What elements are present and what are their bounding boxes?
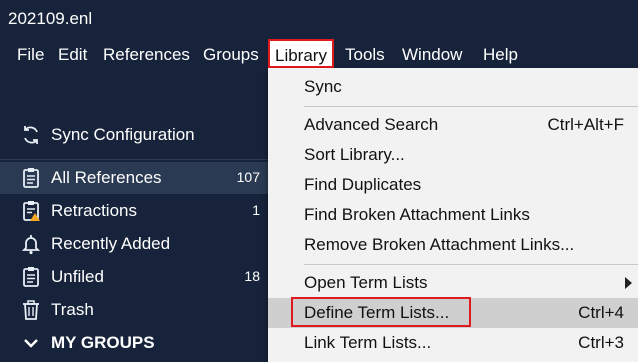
reference-count: 1 xyxy=(252,202,260,218)
retraction-icon xyxy=(20,200,42,222)
menu-edit[interactable]: Edit xyxy=(58,45,87,65)
menu-item-sync[interactable]: Sync xyxy=(268,72,638,102)
sidebar-item-label: Retractions xyxy=(51,201,137,220)
highlight-annotation-box xyxy=(291,297,471,327)
clipboard-icon xyxy=(20,167,42,189)
submenu-arrow-icon xyxy=(625,277,632,289)
sidebar-item-retractions[interactable]: Retractions 1 xyxy=(0,195,268,227)
menu-item-label: Remove Broken Attachment Links... xyxy=(304,235,575,254)
menu-item-find-broken-attachment-links[interactable]: Find Broken Attachment Links xyxy=(268,200,638,230)
menu-item-label: Find Broken Attachment Links xyxy=(304,205,530,224)
menu-separator xyxy=(304,264,638,265)
menu-file[interactable]: File xyxy=(17,45,44,65)
menu-item-label: Advanced Search xyxy=(304,115,439,134)
menu-item-shortcut: Ctrl+4 xyxy=(578,303,624,322)
menu-item-advanced-search[interactable]: Advanced Search Ctrl+Alt+F xyxy=(268,110,638,140)
bell-icon xyxy=(20,233,42,255)
menu-references[interactable]: References xyxy=(103,45,190,65)
sidebar-item-label: All References xyxy=(51,168,162,187)
trash-icon xyxy=(20,299,42,321)
menu-item-link-term-lists[interactable]: Link Term Lists... Ctrl+3 xyxy=(268,328,638,358)
menu-library[interactable]: Library xyxy=(268,39,334,68)
menu-separator xyxy=(304,106,638,107)
my-groups-label: MY GROUPS xyxy=(51,333,155,352)
reference-count: 18 xyxy=(244,268,260,284)
menu-item-label: Open Term Lists xyxy=(304,273,428,292)
menu-item-label: Sort Library... xyxy=(304,145,405,164)
sync-icon xyxy=(20,124,42,146)
menu-item-remove-broken-attachment-links[interactable]: Remove Broken Attachment Links... xyxy=(268,230,638,260)
sidebar: Sync Configuration All References 107 Re… xyxy=(0,74,268,362)
chevron-down-icon[interactable] xyxy=(20,332,42,354)
menu-item-label: Sync xyxy=(304,77,342,96)
sidebar-item-unfiled[interactable]: Unfiled 18 xyxy=(0,261,268,293)
menu-help[interactable]: Help xyxy=(483,45,518,65)
title-bar: 202109.enl xyxy=(0,0,638,38)
menu-item-shortcut: Ctrl+Alt+F xyxy=(547,115,624,134)
sync-configuration[interactable]: Sync Configuration xyxy=(0,119,268,151)
menu-groups[interactable]: Groups xyxy=(203,45,259,65)
sidebar-item-label: Recently Added xyxy=(51,234,171,253)
menu-item-shortcut: Ctrl+3 xyxy=(578,333,624,352)
my-groups-header[interactable]: MY GROUPS xyxy=(0,327,268,359)
sidebar-item-trash[interactable]: Trash xyxy=(0,294,268,326)
menu-item-find-duplicates[interactable]: Find Duplicates xyxy=(268,170,638,200)
menu-item-label: Link Term Lists... xyxy=(304,333,432,352)
sync-configuration-label: Sync Configuration xyxy=(51,125,195,144)
clipboard-icon xyxy=(20,266,42,288)
menu-tools[interactable]: Tools xyxy=(345,45,385,65)
menu-item-open-term-lists[interactable]: Open Term Lists xyxy=(268,268,638,298)
menu-item-sort-library[interactable]: Sort Library... xyxy=(268,140,638,170)
menu-window[interactable]: Window xyxy=(402,45,462,65)
window-title: 202109.enl xyxy=(8,9,93,28)
reference-count: 107 xyxy=(236,169,260,185)
menu-item-label: Find Duplicates xyxy=(304,175,422,194)
sidebar-item-recently-added[interactable]: Recently Added xyxy=(0,228,268,260)
sidebar-item-label: Trash xyxy=(51,300,94,319)
sidebar-item-label: Unfiled xyxy=(51,267,104,286)
sidebar-item-all-references[interactable]: All References 107 xyxy=(0,162,268,194)
sidebar-divider xyxy=(0,159,268,160)
